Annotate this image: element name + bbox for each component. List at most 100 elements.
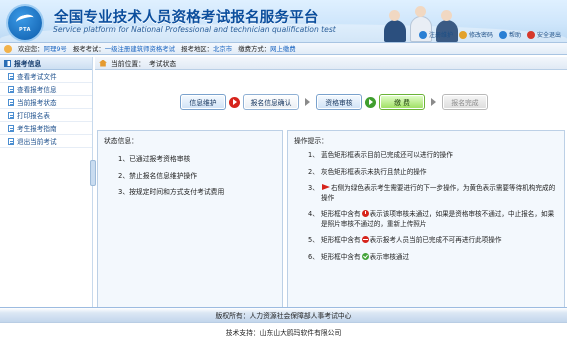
- breadcrumb: 当前位置： 考试状态: [95, 57, 567, 70]
- site-footer: 版权所有：人力资源社会保障部人事考试中心 技术支持：山东山大鸥玛软件有限公司: [0, 307, 567, 344]
- register-maintain-link[interactable]: 注册维护: [418, 30, 453, 39]
- site-logo: PTA: [8, 6, 42, 40]
- document-icon: [8, 85, 14, 93]
- logo-bird-icon: [15, 12, 35, 28]
- sidebar-item-label: 打印报名表: [17, 112, 50, 120]
- check-icon: [361, 252, 369, 260]
- exam-value: 一级注册建筑师资格考试: [104, 45, 176, 53]
- sidebar-item-print-form[interactable]: 打印报名表: [0, 109, 92, 122]
- logout-link[interactable]: 安全退出: [526, 30, 561, 39]
- user-icon: [4, 44, 12, 53]
- warning-icon: [361, 210, 369, 217]
- arrow-right-icon: [365, 96, 376, 108]
- grid-icon: [4, 59, 11, 67]
- footer-copyright: 版权所有：人力资源社会保障部人事考试中心: [0, 307, 567, 323]
- breadcrumb-label: 当前位置：: [111, 60, 145, 68]
- tip-text: 表示审核通过: [369, 252, 410, 261]
- sidebar-item-label: 考生报考指南: [17, 125, 57, 133]
- logout-label: 安全退出: [536, 32, 561, 39]
- document-icon: [8, 98, 14, 106]
- power-icon: [526, 30, 535, 39]
- tip-number: 1、: [308, 151, 319, 159]
- arrow-right-icon: [229, 96, 240, 108]
- status-line: 2、禁止报名信息维护操作: [118, 171, 198, 180]
- area-label: 报考地区：: [181, 45, 214, 53]
- tip-text: 矩形框中含有: [321, 252, 361, 261]
- step-info-maintain[interactable]: 信息维护: [180, 94, 226, 110]
- sidebar-item-label: 查看报考信息: [17, 86, 57, 94]
- tip-number: 3、: [308, 184, 319, 192]
- forbidden-icon: [361, 236, 369, 243]
- sidebar-item-exit-exam[interactable]: 退出当前考试: [0, 135, 92, 148]
- user-info-bar: 欢迎您：阿理9号 报考考试：一级注册建筑师资格考试 报考地区：北京市 缴费方式：…: [0, 42, 567, 55]
- tip-text: 灰色矩形框表示未执行且禁止的操作: [321, 167, 427, 176]
- step-payment[interactable]: 缴 费: [379, 94, 425, 110]
- tip-text: 右侧为绿色表示考生需要进行的下一步操作，为黄色表示需要等待机构完成的操作: [321, 184, 556, 202]
- register-maintain-label: 注册维护: [428, 32, 453, 39]
- globe-icon: [418, 30, 427, 39]
- fee-label: 缴费方式：: [238, 45, 271, 53]
- step-qualification-review[interactable]: 资格审核: [316, 94, 362, 110]
- site-subtitle: Service platform for National Profession…: [53, 25, 336, 34]
- document-icon: [8, 124, 14, 132]
- arrow-right-icon: [302, 97, 313, 108]
- tip-item: 6、 矩形框中含有 表示审核通过: [294, 252, 558, 263]
- welcome-label: 欢迎您：: [18, 45, 44, 53]
- tip-text: 矩形框中含有: [321, 210, 361, 218]
- step-info-confirm[interactable]: 报名信息确认: [243, 94, 299, 110]
- tip-text: 蓝色矩形框表示目前已完成还可以进行的操作: [321, 151, 453, 159]
- tip-number: 6、: [308, 252, 319, 261]
- help-icon: [498, 30, 507, 39]
- document-icon: [8, 137, 14, 145]
- tips-panel-title: 操作提示：: [294, 137, 328, 145]
- site-header: PTA 全国专业技术人员资格考试报名服务平台 Service platform …: [0, 0, 567, 42]
- tips-panel: 操作提示： 1、 蓝色矩形框表示目前已完成还可以进行的操作 2、 灰色矩形框表示…: [287, 130, 565, 327]
- change-password-label: 修改密码: [468, 32, 493, 39]
- tip-item: 2、 灰色矩形框表示未执行且禁止的操作: [294, 168, 558, 178]
- tip-item: 5、 矩形框中含有 表示报考人员当前已完成不可再进行此项操作: [294, 236, 558, 246]
- sidebar: 报考信息 查看考试文件 查看报考信息 当前报考状态 打印报名表 考生报考指南 退…: [0, 57, 93, 327]
- tip-number: 2、: [308, 167, 319, 176]
- document-icon: [8, 72, 14, 80]
- sidebar-header: 报考信息: [0, 57, 92, 70]
- help-link[interactable]: 帮助: [498, 30, 521, 39]
- area-value: 北京市: [213, 45, 233, 53]
- sidebar-item-view-exam-files[interactable]: 查看考试文件: [0, 70, 92, 83]
- red-arrow-icon: [322, 184, 330, 190]
- progress-steps: 信息维护 报名信息确认 资格审核 缴 费 报名完成: [180, 94, 488, 110]
- change-password-link[interactable]: 修改密码: [458, 30, 493, 39]
- logo-text: PTA: [18, 27, 32, 33]
- status-panel: 状态信息： 1、已通过报考资格审核 2、禁止报名信息维护操作 3、按规定时间和方…: [97, 130, 283, 327]
- sidebar-item-view-application-info[interactable]: 查看报考信息: [0, 83, 92, 96]
- tip-item: 1、 蓝色矩形框表示目前已完成还可以进行的操作: [294, 151, 558, 161]
- sidebar-item-guide[interactable]: 考生报考指南: [0, 122, 92, 135]
- status-panel-title: 状态信息：: [104, 137, 138, 145]
- key-icon: [458, 30, 467, 39]
- document-icon: [8, 111, 14, 119]
- arrow-right-icon: [428, 97, 439, 108]
- sidebar-item-label: 退出当前考试: [17, 138, 57, 146]
- site-title: 全国专业技术人员资格考试报名服务平台: [54, 10, 319, 26]
- tip-text: 矩形框中含有: [321, 236, 361, 244]
- sidebar-item-label: 查看考试文件: [17, 73, 57, 81]
- welcome-value: 阿理9号: [43, 45, 67, 53]
- sidebar-item-label: 当前报考状态: [17, 99, 57, 107]
- home-icon: [99, 59, 107, 67]
- status-line: 1、已通过报考资格审核: [118, 155, 191, 163]
- status-line: 3、按规定时间和方式支付考试费用: [118, 188, 225, 196]
- tip-item: 3、 右侧为绿色表示考生需要进行的下一步操作，为黄色表示需要等待机构完成的操作: [294, 184, 558, 203]
- fee-value: 网上缴费: [270, 45, 296, 53]
- tip-item: 4、 矩形框中含有 表示该项审核未通过，如果是资格审核不通过，中止报名，如果是照片…: [294, 210, 558, 229]
- exam-label: 报考考试：: [72, 45, 105, 53]
- step-complete: 报名完成: [442, 94, 488, 110]
- main-content: 当前位置： 考试状态 信息维护 报名信息确认 资格审核 缴 费 报名完成 状态信…: [95, 57, 567, 327]
- tip-number: 5、: [308, 236, 319, 244]
- header-links: 注册维护 修改密码 帮助 安全退出: [418, 30, 561, 39]
- sidebar-heading: 报考信息: [14, 60, 42, 68]
- breadcrumb-current: 考试状态: [148, 60, 177, 68]
- help-label: 帮助: [508, 32, 521, 39]
- sidebar-item-current-status[interactable]: 当前报考状态: [0, 96, 92, 109]
- footer-tech-support: 技术支持：山东山大鸥玛软件有限公司: [225, 329, 342, 337]
- tip-text: 表示报考人员当前已完成不可再进行此项操作: [369, 236, 502, 244]
- tip-number: 4、: [308, 210, 319, 218]
